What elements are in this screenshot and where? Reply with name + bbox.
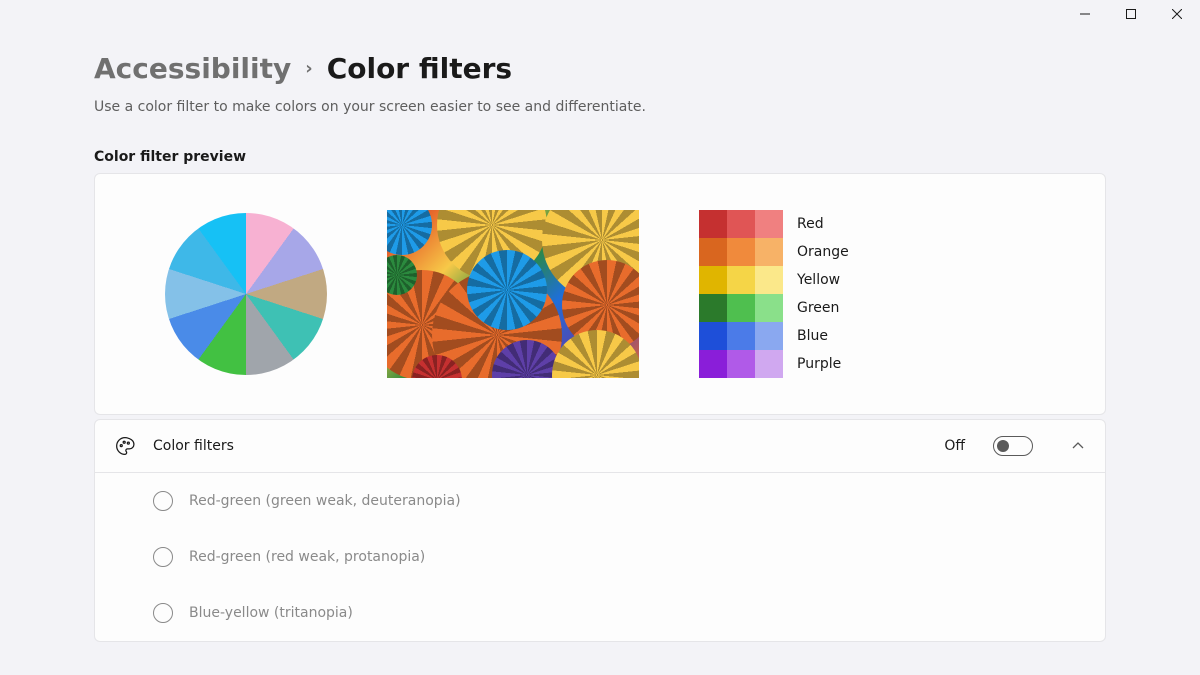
close-button[interactable] [1154,0,1200,28]
color-swatch [727,210,755,238]
color-swatch [755,322,783,350]
color-swatch [699,350,727,378]
color-swatch-table: Red Orange Yellow Green Blue Purple [699,210,849,378]
filter-option-label: Red-green (green weak, deuteranopia) [189,493,461,509]
chevron-right-icon: › [305,58,312,79]
color-swatch [699,238,727,266]
minimize-button[interactable] [1062,0,1108,28]
radio-button[interactable] [153,603,173,623]
color-swatch [727,350,755,378]
color-swatch [755,294,783,322]
color-swatch [699,294,727,322]
chevron-up-icon[interactable] [1071,439,1085,453]
swatch-label: Yellow [797,272,840,288]
color-filters-toggle[interactable] [993,436,1033,456]
filter-option[interactable]: Blue-yellow (tritanopia) [95,585,1105,641]
preview-label: Color filter preview [94,149,1106,165]
swatch-row: Yellow [699,266,849,294]
filter-option-label: Red-green (red weak, protanopia) [189,549,425,565]
swatch-label: Green [797,300,839,316]
swatch-label: Orange [797,244,849,260]
page-description: Use a color filter to make colors on you… [94,99,1106,115]
filter-option[interactable]: Red-green (green weak, deuteranopia) [95,473,1105,529]
color-swatch [699,322,727,350]
swatch-label: Purple [797,356,841,372]
palette-icon [115,436,135,456]
color-filters-title: Color filters [153,438,926,454]
color-swatch [699,210,727,238]
color-filters-setting-card: Color filters Off Red-green (green weak,… [94,419,1106,642]
color-photo-preview [387,210,639,378]
maximize-button[interactable] [1108,0,1154,28]
radio-button[interactable] [153,491,173,511]
color-swatch [755,350,783,378]
swatch-label: Blue [797,328,828,344]
filter-option[interactable]: Red-green (red weak, protanopia) [95,529,1105,585]
color-wheel-preview [165,213,327,375]
swatch-row: Blue [699,322,849,350]
color-swatch [755,210,783,238]
toggle-state-label: Off [944,438,965,454]
color-swatch [727,294,755,322]
swatch-row: Orange [699,238,849,266]
color-swatch [727,238,755,266]
breadcrumb: Accessibility › Color filters [94,52,1106,85]
color-swatch [699,266,727,294]
color-filters-header[interactable]: Color filters Off [95,420,1105,472]
color-swatch [755,266,783,294]
filter-option-label: Blue-yellow (tritanopia) [189,605,353,621]
color-swatch [755,238,783,266]
color-preview-card: Red Orange Yellow Green Blue Purple [94,173,1106,415]
swatch-row: Red [699,210,849,238]
swatch-label: Red [797,216,824,232]
breadcrumb-parent[interactable]: Accessibility [94,52,291,85]
swatch-row: Purple [699,350,849,378]
swatch-row: Green [699,294,849,322]
page-title: Color filters [327,52,512,85]
window-titlebar [0,0,1200,28]
color-swatch [727,266,755,294]
color-swatch [727,322,755,350]
radio-button[interactable] [153,547,173,567]
filter-options-list: Red-green (green weak, deuteranopia) Red-… [95,472,1105,641]
